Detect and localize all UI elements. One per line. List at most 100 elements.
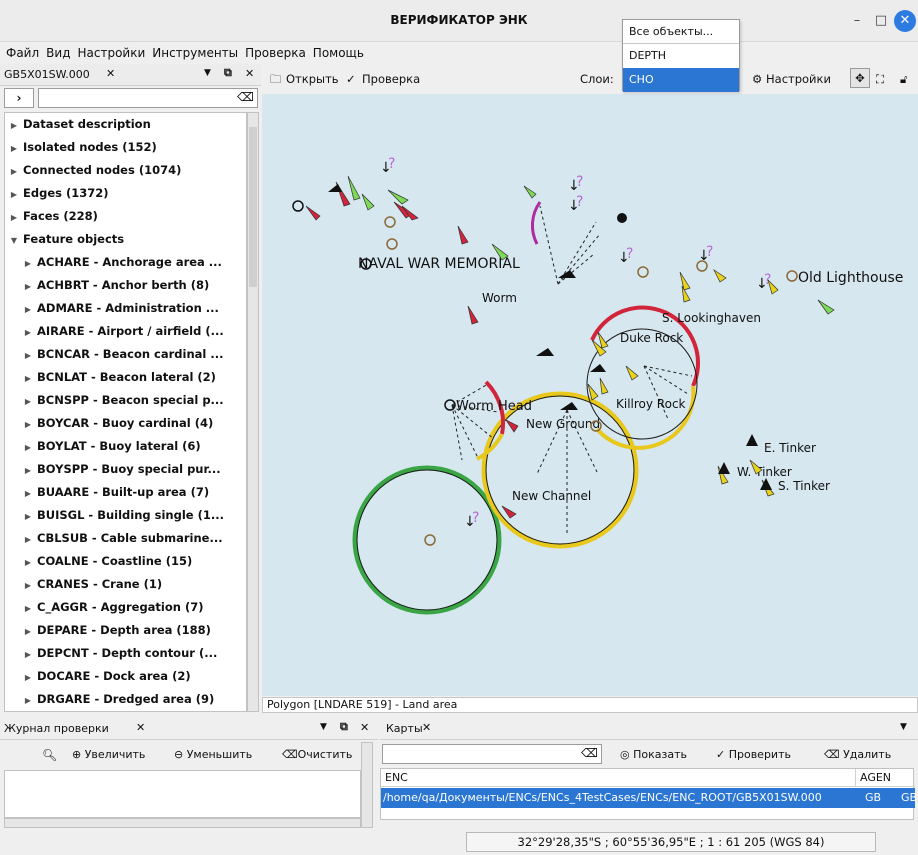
chevron-right-icon[interactable]: ▶ [19, 367, 37, 389]
tree-scroll-thumb[interactable] [249, 127, 257, 287]
tree-search-input[interactable]: ⌫ [38, 88, 258, 108]
layer-option-all[interactable]: Все объекты... [623, 20, 739, 44]
charts-search-input[interactable]: ⌫ [382, 744, 602, 764]
dropdown-icon[interactable]: ▼ [320, 722, 327, 732]
tree-item[interactable]: ▶ ACHBRT - Anchor berth (8) [5, 274, 246, 297]
chevron-right-icon[interactable]: ▶ [19, 413, 37, 435]
tree-item[interactable]: ▶ ACHARE - Anchorage area ... [5, 251, 246, 274]
column-enc[interactable]: ENC [385, 769, 408, 787]
search-icon[interactable]: 🔍︎ [42, 748, 57, 762]
maximize-button[interactable]: □ [870, 10, 892, 32]
gear-icon[interactable]: ⚙ [752, 72, 762, 86]
check-circle-icon[interactable]: ✓ [346, 72, 356, 86]
dropdown-icon[interactable]: ▼ [204, 68, 211, 78]
tree-item[interactable]: ▶ DEPARE - Depth area (188) [5, 619, 246, 642]
log-output[interactable] [4, 770, 361, 818]
tree-item[interactable]: ▶ C_AGGR - Aggregation (7) [5, 596, 246, 619]
zoom-out-button[interactable]: ⊖ Уменьшить [174, 748, 252, 761]
tree-item[interactable]: ▶ BOYLAT - Buoy lateral (6) [5, 435, 246, 458]
chevron-right-icon[interactable]: ▶ [19, 275, 37, 297]
tree-item[interactable]: ▶ DEPCNT - Depth contour (... [5, 642, 246, 665]
zoom-extent-icon[interactable]: ⛶ [876, 72, 884, 87]
tree-item[interactable]: ▶ Connected nodes (1074) [5, 159, 246, 182]
chevron-right-icon[interactable]: ▶ [19, 344, 37, 366]
chevron-down-icon[interactable]: ▼ [5, 229, 23, 251]
menu-file[interactable]: Файл [6, 46, 39, 60]
map-canvas[interactable]: NAVAL WAR MEMORIAL Worm S. Lookinghaven … [262, 94, 918, 696]
close-panel-icon[interactable]: ✕ [360, 721, 369, 734]
tree-item[interactable]: ▶ BOYSPP - Buoy special pur... [5, 458, 246, 481]
tree-item[interactable]: ▶ COALNE - Coastline (15) [5, 550, 246, 573]
chevron-right-icon[interactable]: ▶ [5, 114, 23, 136]
tree-item[interactable]: ▶ AIRARE - Airport / airfield (... [5, 320, 246, 343]
zoom-in-button[interactable]: ⊕ Увеличить [72, 748, 145, 761]
table-row[interactable]: /home/qa/Документы/ENCs/ENCs_4TestCases/… [381, 788, 917, 808]
chevron-right-icon[interactable]: ▶ [19, 321, 37, 343]
tree-item[interactable]: ▶ Dataset description [5, 113, 246, 136]
open-button[interactable]: Открыть [286, 72, 339, 86]
tree-item[interactable]: ▶ BUISGL - Building single (1... [5, 504, 246, 527]
menu-tools[interactable]: Инструменты [152, 46, 238, 60]
tree-scrollbar[interactable] [247, 112, 259, 712]
close-tab-icon[interactable]: ✕ [136, 721, 145, 734]
settings-button[interactable]: Настройки [766, 72, 831, 86]
float-icon[interactable]: ⧉ [340, 720, 348, 734]
verify-button[interactable]: ✓ Проверить [716, 748, 791, 761]
menu-check[interactable]: Проверка [245, 46, 306, 60]
menu-view[interactable]: Вид [46, 46, 70, 60]
delete-button[interactable]: ⌫ Удалить [824, 748, 891, 761]
tree-item[interactable]: ▶ DOCARE - Dock area (2) [5, 665, 246, 688]
tree-item[interactable]: ▶ ADMARE - Administration ... [5, 297, 246, 320]
layer-option-cho[interactable]: CHO [623, 68, 739, 92]
chevron-right-icon[interactable]: ▶ [19, 643, 37, 665]
chevron-right-icon[interactable]: ▶ [19, 482, 37, 504]
minimize-button[interactable]: – [846, 10, 868, 32]
lock-icon[interactable]: 🔓︎ [900, 72, 907, 87]
tab-dataset[interactable]: GB5X01SW.000 [4, 68, 90, 81]
chevron-right-icon[interactable]: ▶ [19, 620, 37, 642]
tree-item[interactable]: ▶ CRANES - Crane (1) [5, 573, 246, 596]
menu-help[interactable]: Помощь [313, 46, 364, 60]
layer-option-depth[interactable]: DEPTH [623, 44, 739, 68]
chevron-right-icon[interactable]: ▶ [19, 436, 37, 458]
tree-item[interactable]: ▶ BCNCAR - Beacon cardinal ... [5, 343, 246, 366]
chevron-right-icon[interactable]: ▶ [19, 666, 37, 688]
clear-search-icon[interactable]: ⌫ [581, 746, 598, 760]
tree-item[interactable]: ▶ Isolated nodes (152) [5, 136, 246, 159]
chevron-right-icon[interactable]: ▶ [19, 505, 37, 527]
chevron-right-icon[interactable]: ▶ [19, 551, 37, 573]
chevron-right-icon[interactable]: ▶ [19, 390, 37, 412]
log-hscrollbar[interactable] [4, 818, 361, 828]
clear-button[interactable]: ⌫Очистить [282, 748, 352, 761]
close-panel-icon[interactable]: ✕ [245, 67, 254, 80]
tree-item[interactable]: ▶ CBLSUB - Cable submarine... [5, 527, 246, 550]
dropdown-icon[interactable]: ▼ [900, 722, 907, 732]
chevron-right-icon[interactable]: ▶ [19, 252, 37, 274]
chevron-right-icon[interactable]: ▶ [19, 459, 37, 481]
chevron-right-icon[interactable]: ▶ [19, 528, 37, 550]
log-scrollbar[interactable] [361, 742, 373, 828]
column-agen[interactable]: AGEN [855, 769, 891, 787]
tree-item[interactable]: ▶ Faces (228) [5, 205, 246, 228]
chevron-right-icon[interactable]: ▶ [5, 183, 23, 205]
close-tab-icon[interactable]: ✕ [422, 721, 431, 734]
check-button[interactable]: Проверка [362, 72, 420, 86]
chevron-right-icon[interactable]: ▶ [19, 597, 37, 619]
tree-expand-button[interactable]: › [4, 88, 34, 108]
tree-item[interactable]: ▶ BUAARE - Built-up area (7) [5, 481, 246, 504]
tree-item[interactable]: ▶ DRGARE - Dredged area (9) [5, 688, 246, 711]
folder-icon[interactable]: 🗀 [270, 72, 282, 91]
chevron-right-icon[interactable]: ▶ [5, 160, 23, 182]
pan-tool-icon[interactable]: ✥ [850, 68, 870, 88]
chevron-right-icon[interactable]: ▶ [19, 298, 37, 320]
tree-item[interactable]: ▼ Feature objects [5, 228, 246, 251]
tab-log[interactable]: Журнал проверки [4, 722, 109, 735]
tab-charts[interactable]: Карты [386, 722, 423, 735]
tree-item[interactable]: ▶ Edges (1372) [5, 182, 246, 205]
menu-settings[interactable]: Настройки [77, 46, 145, 60]
chart-map-view[interactable]: NAVAL WAR MEMORIAL Worm S. Lookinghaven … [262, 94, 918, 696]
show-button[interactable]: ◎ Показать [620, 748, 687, 761]
tree-item[interactable]: ▶ BCNLAT - Beacon lateral (2) [5, 366, 246, 389]
float-icon[interactable]: ⧉ [224, 66, 232, 80]
chevron-right-icon[interactable]: ▶ [5, 206, 23, 228]
